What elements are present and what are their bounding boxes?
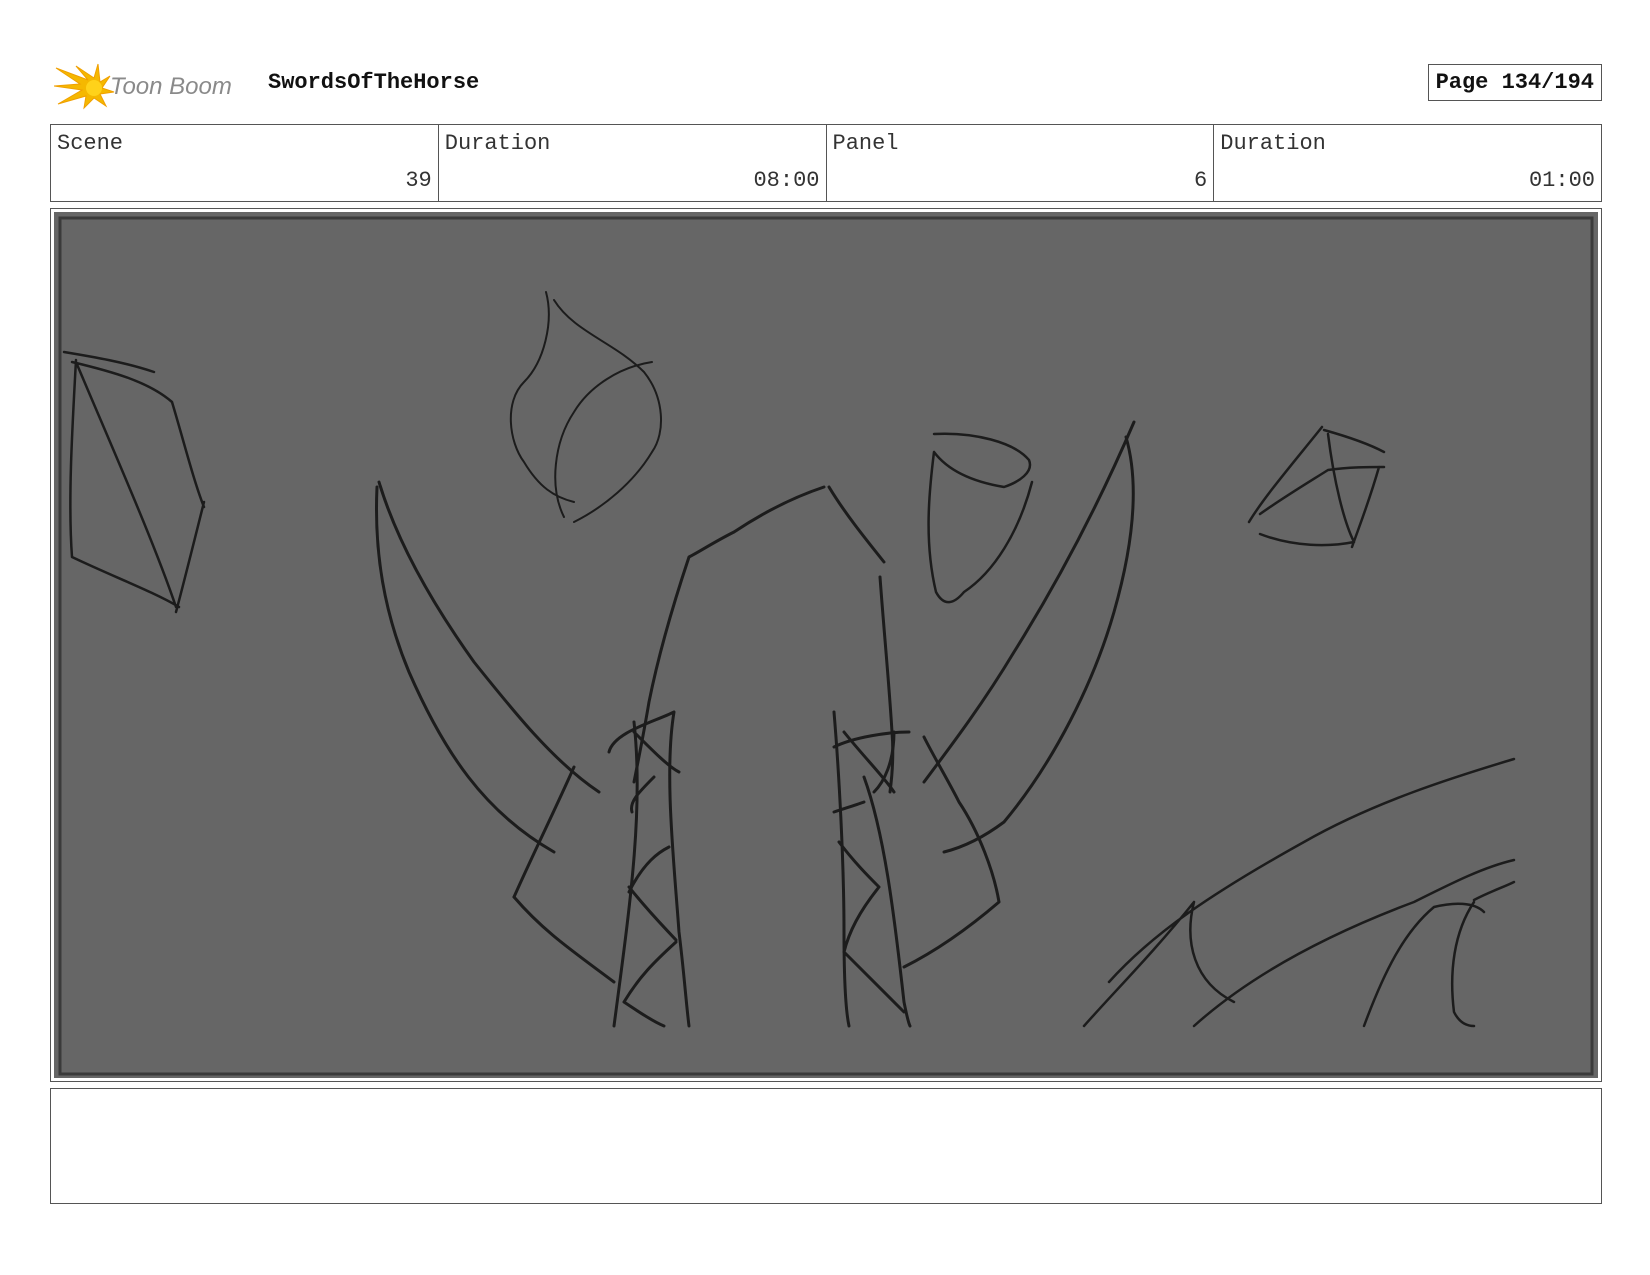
- panel-notes-box: [50, 1088, 1602, 1204]
- toon-boom-logo: Toon Boom: [54, 63, 232, 110]
- panel-duration-value: 01:00: [1528, 168, 1595, 193]
- scene-duration-value: 08:00: [753, 168, 820, 193]
- page-header: Toon Boom SwordsOfTheHorse Page 134/194: [50, 56, 1602, 110]
- scene-label: Scene: [57, 131, 124, 156]
- scene-value: 39: [405, 168, 432, 193]
- panel-label: Panel: [832, 131, 899, 156]
- svg-text:Toon Boom: Toon Boom: [110, 73, 232, 100]
- storyboard-panel-frame: [50, 208, 1602, 1082]
- panel-duration-label: Duration: [1220, 131, 1326, 156]
- storyboard-sketch: [54, 212, 1598, 1078]
- scene-duration-label: Duration: [444, 131, 551, 156]
- panel-info-table: Scene 39 Duration 08:00 Panel 6 Duration…: [50, 124, 1602, 202]
- panel-background: [54, 212, 1598, 1078]
- scene-duration-cell: Duration 08:00: [439, 125, 827, 201]
- panel-cell: Panel 6: [827, 125, 1215, 201]
- page-number: Page 134/194: [1427, 64, 1602, 101]
- panel-value: 6: [1194, 168, 1208, 193]
- project-title: SwordsOfTheHorse: [268, 70, 480, 95]
- scene-cell: Scene 39: [51, 125, 439, 201]
- starburst-icon: [54, 63, 115, 110]
- panel-duration-cell: Duration 01:00: [1214, 125, 1601, 201]
